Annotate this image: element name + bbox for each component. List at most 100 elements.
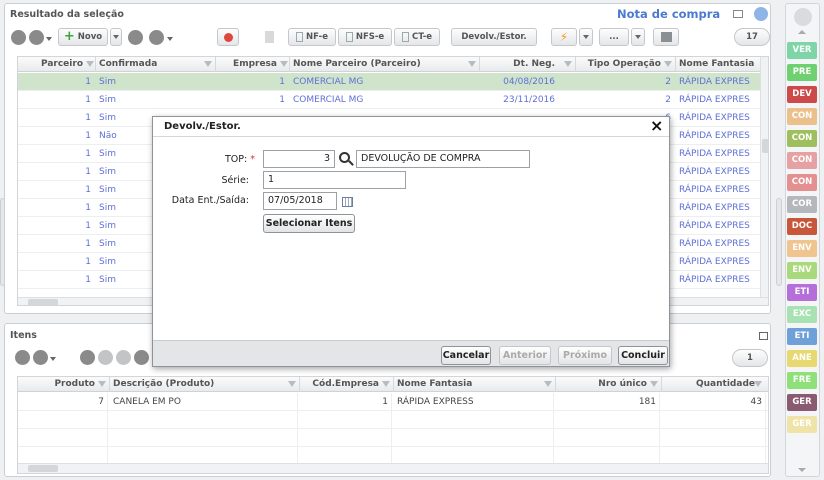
filter-icon[interactable] [564,61,572,67]
filter-icon[interactable] [280,61,288,67]
calendar-icon[interactable] [342,197,353,207]
nav-first-icon[interactable] [15,350,30,365]
nav-prev-icon[interactable] [33,350,48,365]
col-nome-fantasia[interactable]: Nome Fantasia [394,377,556,392]
side-tag-ger[interactable]: GER [787,416,817,433]
col-cod-empresa[interactable]: Cód.Empresa [300,377,394,392]
side-tag-eti[interactable]: ETI [787,328,817,345]
save-button[interactable] [653,28,679,46]
more-button[interactable]: ... [599,28,629,46]
side-tag-con[interactable]: CON [787,174,817,191]
nav-dropdown-icon[interactable] [50,357,56,361]
scroll-thumb[interactable] [28,465,58,472]
delete-icon[interactable] [128,30,143,45]
refresh-item-icon[interactable] [134,350,149,365]
col-empresa[interactable]: Empresa [216,57,290,72]
col-quantidade[interactable]: Quantidade [662,377,768,392]
flag-icon[interactable] [265,31,274,43]
side-tag-exc[interactable]: EXC [787,306,817,323]
col-nro-unico[interactable]: Nro único [556,377,662,392]
new-button[interactable]: + Novo [58,28,108,46]
cte-button[interactable]: CT-e [394,28,440,46]
filter-icon[interactable] [86,61,94,67]
filter-icon[interactable] [650,381,658,387]
filter-icon[interactable] [204,61,212,67]
side-tag-fre[interactable]: FRE [787,372,817,389]
more-dropdown-button[interactable] [631,28,645,46]
side-tag-pre[interactable]: PRE [787,64,817,81]
form-title[interactable]: Nota de compra [617,7,720,21]
close-icon[interactable]: × [650,116,663,135]
side-tag-eti[interactable]: ETI [787,284,817,301]
col-tipo-operacao[interactable]: Tipo Operação [576,57,676,72]
filter-icon[interactable] [98,381,106,387]
side-tag-ger[interactable]: GER [787,394,817,411]
side-tag-dev[interactable]: DEV [787,86,817,103]
devolv-button[interactable]: Devolv./Estor. [451,28,537,46]
delete-item-icon[interactable] [116,350,131,365]
scroll-up-icon[interactable] [798,30,806,34]
table-row[interactable] [18,411,768,429]
window-restore-icon[interactable] [759,332,768,340]
table-row[interactable] [18,429,768,447]
side-tag-con[interactable]: CON [787,108,817,125]
col-parceiro[interactable]: Parceiro [18,57,96,72]
side-tag-con[interactable]: CON [787,152,817,169]
finish-button[interactable]: Concluir [618,346,668,365]
filter-icon[interactable] [754,381,762,387]
col-confirmada[interactable]: Confirmada [96,57,216,72]
filter-icon[interactable] [382,381,390,387]
edit-item-icon[interactable] [98,350,113,365]
selecionar-itens-button[interactable]: Selecionar Itens [263,214,355,233]
add-item-icon[interactable] [80,350,95,365]
refresh-icon[interactable] [149,30,164,45]
col-produto[interactable]: Produto [18,377,110,392]
col-descricao[interactable]: Descrição (Produto) [110,377,300,392]
vertical-scrollbar[interactable] [760,57,768,297]
col-nome-parceiro[interactable]: Nome Parceiro (Parceiro) [290,57,480,72]
filter-icon[interactable] [288,381,296,387]
scroll-down-icon[interactable] [798,468,806,472]
nav-prev-icon[interactable] [29,30,44,45]
nfse-button[interactable]: NFS-e [338,28,392,46]
side-tag-con[interactable]: CON [787,130,817,147]
next-button[interactable]: Próximo [558,346,612,365]
previous-button[interactable]: Anterior [499,346,551,365]
col-nome-fantasia[interactable]: Nome Fantasia [676,57,762,72]
table-row[interactable]: 7 CANELA EM PO 1 RÁPIDA EXPRESS 181 43 [18,393,768,411]
refresh-dropdown-icon[interactable] [167,37,173,41]
table-row[interactable]: 1 Sim 1 COMERCIAL MG 04/08/2016 2 RÁPIDA EXPRE… [18,73,760,91]
side-tag-cor[interactable]: COR [787,196,817,213]
col-dt-neg[interactable]: Dt. Neg. [480,57,576,72]
nfe-button[interactable]: NF-e [288,28,336,46]
nav-first-icon[interactable] [11,30,26,45]
filter-icon[interactable] [544,381,552,387]
filter-icon[interactable] [664,61,672,67]
nav-dropdown-icon[interactable] [46,37,52,41]
actions-dropdown-button[interactable] [579,28,593,46]
cell-parceiro: 1 [85,257,91,267]
window-restore-icon[interactable] [733,10,743,18]
cancel-button[interactable]: Cancelar [441,346,491,365]
scroll-thumb[interactable] [28,299,58,305]
cancel-note-button[interactable] [217,28,239,46]
serie-input[interactable]: 1 [263,171,406,189]
cell-parceiro: 1 [85,113,91,123]
top-code-input[interactable]: 3 [263,150,335,168]
scroll-thumb[interactable] [762,139,768,153]
new-options-button[interactable] [110,28,122,46]
side-tag-env[interactable]: ENV [787,262,817,279]
side-settings-icon[interactable] [794,8,812,26]
horizontal-scrollbar[interactable] [18,463,768,473]
side-tag-ane[interactable]: ANE [787,350,817,367]
date-input[interactable]: 07/05/2018 [263,192,337,210]
side-tag-ver[interactable]: VER [787,42,817,59]
help-icon[interactable] [754,7,768,21]
side-tag-env[interactable]: ENV [787,240,817,257]
table-row[interactable]: 1 Sim 1 COMERCIAL MG 23/11/2016 2 RÁPIDA EXPRE… [18,91,760,109]
filter-icon[interactable] [468,61,476,67]
side-tag-doc[interactable]: DOC [787,218,817,235]
left-panel-expander[interactable] [0,198,5,286]
side-panel-expander[interactable] [776,198,782,286]
actions-button[interactable]: ⚡ [551,28,577,46]
